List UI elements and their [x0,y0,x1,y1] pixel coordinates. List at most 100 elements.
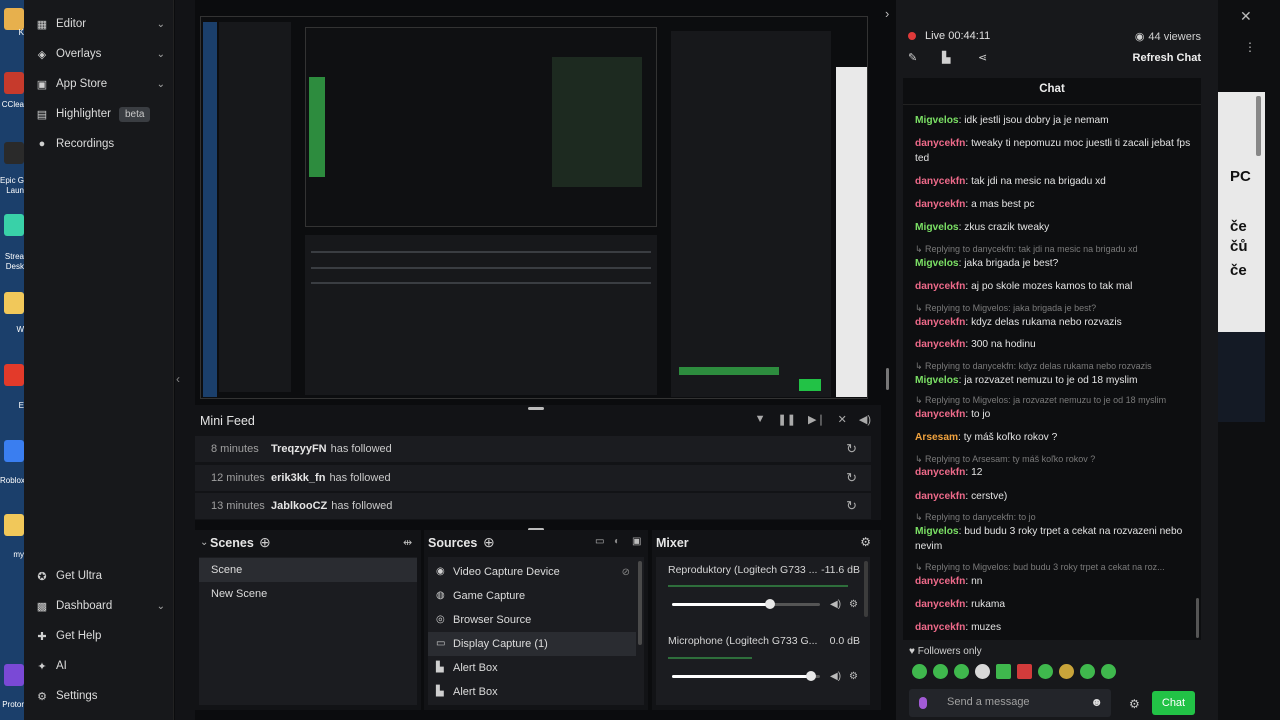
ccleaner-icon[interactable] [4,72,24,94]
add-source-icon[interactable]: ⊕ [483,534,495,551]
nav-recordings[interactable]: ● Recordings [36,132,165,156]
source-item[interactable]: ▙ Alert Box [428,656,636,680]
close-icon[interactable]: ✕ [1240,8,1252,25]
chat-user[interactable]: danycekfn [915,576,965,587]
folder-icon[interactable] [4,292,24,314]
replay-icon[interactable]: ↻ [846,470,857,486]
proton-icon[interactable] [4,664,24,686]
volume-icon[interactable]: ◀) [859,413,871,426]
chat-user[interactable]: Migvelos [915,222,959,233]
emote-icon[interactable] [975,664,990,679]
page-scrollbar[interactable] [1256,96,1261,156]
desktop-app-icon[interactable] [4,8,24,30]
replay-icon[interactable]: ↻ [846,498,857,514]
chat-user[interactable]: Migvelos [915,258,959,269]
add-scene-icon[interactable]: ⊕ [259,534,271,551]
chat-user[interactable]: danycekfn [915,599,965,610]
nav-get-help[interactable]: ✚ Get Help [36,624,165,648]
emote-icon[interactable] [1017,664,1032,679]
nav-overlays[interactable]: ◈ Overlays ⌄ [36,42,165,66]
emote-icon[interactable] [954,664,969,679]
chevron-down-icon[interactable]: ⌄ [200,537,208,548]
emote-icon[interactable] [1080,664,1095,679]
source-item[interactable]: ▭ Display Capture (1) [428,632,636,656]
roblox-icon[interactable] [4,440,24,462]
mute-alerts-icon[interactable]: ✕ [838,413,847,426]
emoji-icon[interactable]: ☻ [1090,695,1103,709]
share-icon[interactable]: ⋖ [978,51,987,64]
source-item[interactable]: ◎ Browser Source [428,608,636,632]
folder-add-icon[interactable]: ▭ [595,536,604,547]
nav-dashboard[interactable]: ▩ Dashboard ⌄ [36,594,165,618]
nav-settings[interactable]: ⚙ Settings [36,684,165,708]
chat-user[interactable]: Migvelos [915,375,959,386]
nav-ai[interactable]: ✦ AI [36,654,165,678]
chat-user[interactable]: Migvelos [915,526,959,537]
chat-user[interactable]: danycekfn [915,622,965,633]
emote-icon[interactable] [1059,664,1074,679]
nav-get-ultra[interactable]: ✪ Get Ultra [36,564,165,588]
visibility-off-icon[interactable]: ⊘ [622,567,630,578]
nav-highlighter[interactable]: ▤ Highlighter beta [36,102,165,126]
chevron-left-icon[interactable]: ‹ [176,372,180,386]
chat-user[interactable]: Migvelos [915,115,959,126]
source-item[interactable]: ◍ Game Capture [428,584,636,608]
gear-icon[interactable]: ⚙ [849,671,858,682]
nav-editor[interactable]: ▦ Editor ⌄ [36,12,165,36]
send-chat-button[interactable]: Chat [1152,691,1195,715]
source-item[interactable]: ▙ Alert Box [428,680,636,704]
docs-icon[interactable]: ▙ [942,51,950,64]
chat-user[interactable]: danycekfn [915,467,965,478]
emote-icon[interactable] [996,664,1011,679]
emote-icon[interactable] [933,664,948,679]
mixer-scrollbar[interactable] [864,561,868,617]
sources-scrollbar[interactable] [638,561,642,645]
transition-icon[interactable]: ⇹ [403,536,412,549]
filter-icon[interactable]: ▼ [755,413,766,426]
streamlabs-icon[interactable] [4,214,24,236]
refresh-chat-button[interactable]: Refresh Chat [1133,52,1201,64]
app-icon-red[interactable] [4,364,24,386]
chat-scrollbar[interactable] [1196,598,1199,638]
chat-message-input[interactable]: Send a message ☻ [909,689,1111,717]
nav-app-store[interactable]: ▣ App Store ⌄ [36,72,165,96]
chat-user[interactable]: Arsesam [915,432,958,443]
volume-slider[interactable] [672,599,820,609]
folder-icon[interactable]: ▣ [632,536,641,547]
selective-recording-icon[interactable]: ◐ [614,536,620,547]
more-options-icon[interactable]: ⋮ [1244,40,1256,54]
pause-icon[interactable]: ❚❚ [778,413,796,426]
emote-icon[interactable] [912,664,927,679]
edit-icon[interactable]: ✎ [908,51,917,64]
chat-user[interactable]: danycekfn [915,176,965,187]
scene-item[interactable]: New Scene [199,582,417,606]
source-item[interactable]: ◉ Video Capture Device ⊘ [428,560,636,584]
chat-user[interactable]: danycekfn [915,199,965,210]
stream-preview[interactable] [200,16,868,399]
chat-user[interactable]: danycekfn [915,339,965,350]
emote-icon[interactable] [1038,664,1053,679]
volume-slider[interactable] [672,671,820,681]
chat-user[interactable]: danycekfn [915,409,965,420]
gear-icon[interactable]: ⚙ [849,599,858,610]
chat-user[interactable]: danycekfn [915,281,965,292]
chevron-right-icon[interactable]: › [885,6,889,21]
gear-icon[interactable]: ⚙ [860,535,871,549]
scene-item[interactable]: Scene [199,558,417,582]
replay-icon[interactable]: ↻ [846,441,857,457]
preview-scrollbar[interactable] [886,368,889,390]
chat-user[interactable]: danycekfn [915,138,965,149]
mic-icon[interactable] [919,697,927,709]
speaker-icon[interactable]: ◀) [830,671,841,682]
resize-handle[interactable] [528,407,544,410]
emote-icon[interactable] [1101,664,1116,679]
volume-slider-knob[interactable] [806,671,817,681]
chat-user[interactable]: danycekfn [915,491,965,502]
speaker-icon[interactable]: ◀) [830,599,841,610]
skip-icon[interactable]: ▶❘ [808,413,826,426]
gear-icon[interactable]: ⚙ [1129,697,1140,711]
epic-games-icon[interactable] [4,142,24,164]
volume-slider-knob[interactable] [764,599,775,609]
folder-icon[interactable] [4,514,24,536]
chat-user[interactable]: danycekfn [915,317,965,328]
